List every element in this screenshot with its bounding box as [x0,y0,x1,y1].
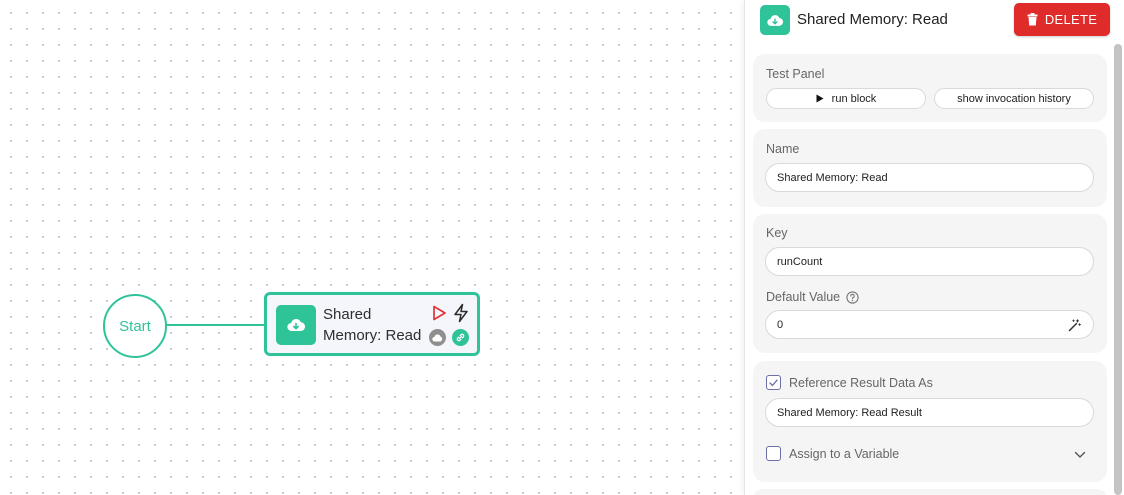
name-input[interactable]: Shared Memory: Read [765,163,1094,192]
play-icon [816,94,824,103]
name-value: Shared Memory: Read [777,171,888,184]
link-icon [452,329,469,346]
cloud-icon [429,329,446,346]
assign-variable-label: Assign to a Variable [789,447,900,461]
reference-card: Reference Result Data As Shared Memory: … [753,361,1107,482]
help-circle-icon[interactable] [846,290,859,304]
checkmark-icon [769,379,778,386]
trash-icon [1027,13,1038,26]
reference-label: Reference Result Data As [789,376,933,390]
block-settings-panel: Shared Memory: Read DELETE Test Panel ru… [744,0,1124,495]
default-value-value: 0 [777,318,784,331]
shared-memory-read-node[interactable]: Shared Memory: Read [264,292,480,356]
play-icon[interactable] [430,304,448,322]
name-card: Name Shared Memory: Read [753,129,1107,207]
start-node[interactable]: Start [103,294,167,358]
show-invocation-history-button[interactable]: show invocation history [934,88,1094,109]
cloud-download-icon [760,5,790,35]
key-value: runCount [777,255,823,268]
lightning-icon[interactable] [452,303,470,323]
panel-title: Shared Memory: Read [797,11,948,28]
delete-label: DELETE [1044,12,1098,27]
key-card: Key runCount Default Value 0 [753,214,1107,353]
default-value-label-text: Default Value [766,290,841,304]
run-block-button[interactable]: run block [766,88,926,109]
assign-variable-checkbox[interactable] [766,446,781,461]
magic-wand-icon[interactable] [1068,319,1081,332]
chevron-down-icon[interactable] [1074,451,1086,459]
default-value-input[interactable]: 0 [765,310,1094,339]
panel-scrollbar[interactable] [1114,44,1122,495]
name-label: Name [766,142,800,156]
test-panel-card: Test Panel run block show invocation his… [753,54,1107,122]
default-value-label: Default Value [766,290,859,304]
history-label: show invocation history [957,92,1071,105]
panel-header: Shared Memory: Read DELETE [745,0,1124,40]
run-block-label: run block [831,92,877,105]
test-panel-label: Test Panel [766,67,825,81]
key-input[interactable]: runCount [765,247,1094,276]
start-node-label: Start [119,317,151,335]
next-card [753,489,1107,495]
delete-button[interactable]: DELETE [1014,3,1110,36]
reference-value: Shared Memory: Read Result [777,406,922,419]
flow-canvas[interactable]: Start Shared Memory: Read [0,0,744,495]
connection-edge [166,324,266,326]
node-title: Shared Memory: Read [323,306,422,344]
cloud-download-icon [276,305,316,345]
reference-input[interactable]: Shared Memory: Read Result [765,398,1094,427]
key-label: Key [766,226,788,240]
reference-checkbox[interactable] [766,375,781,390]
